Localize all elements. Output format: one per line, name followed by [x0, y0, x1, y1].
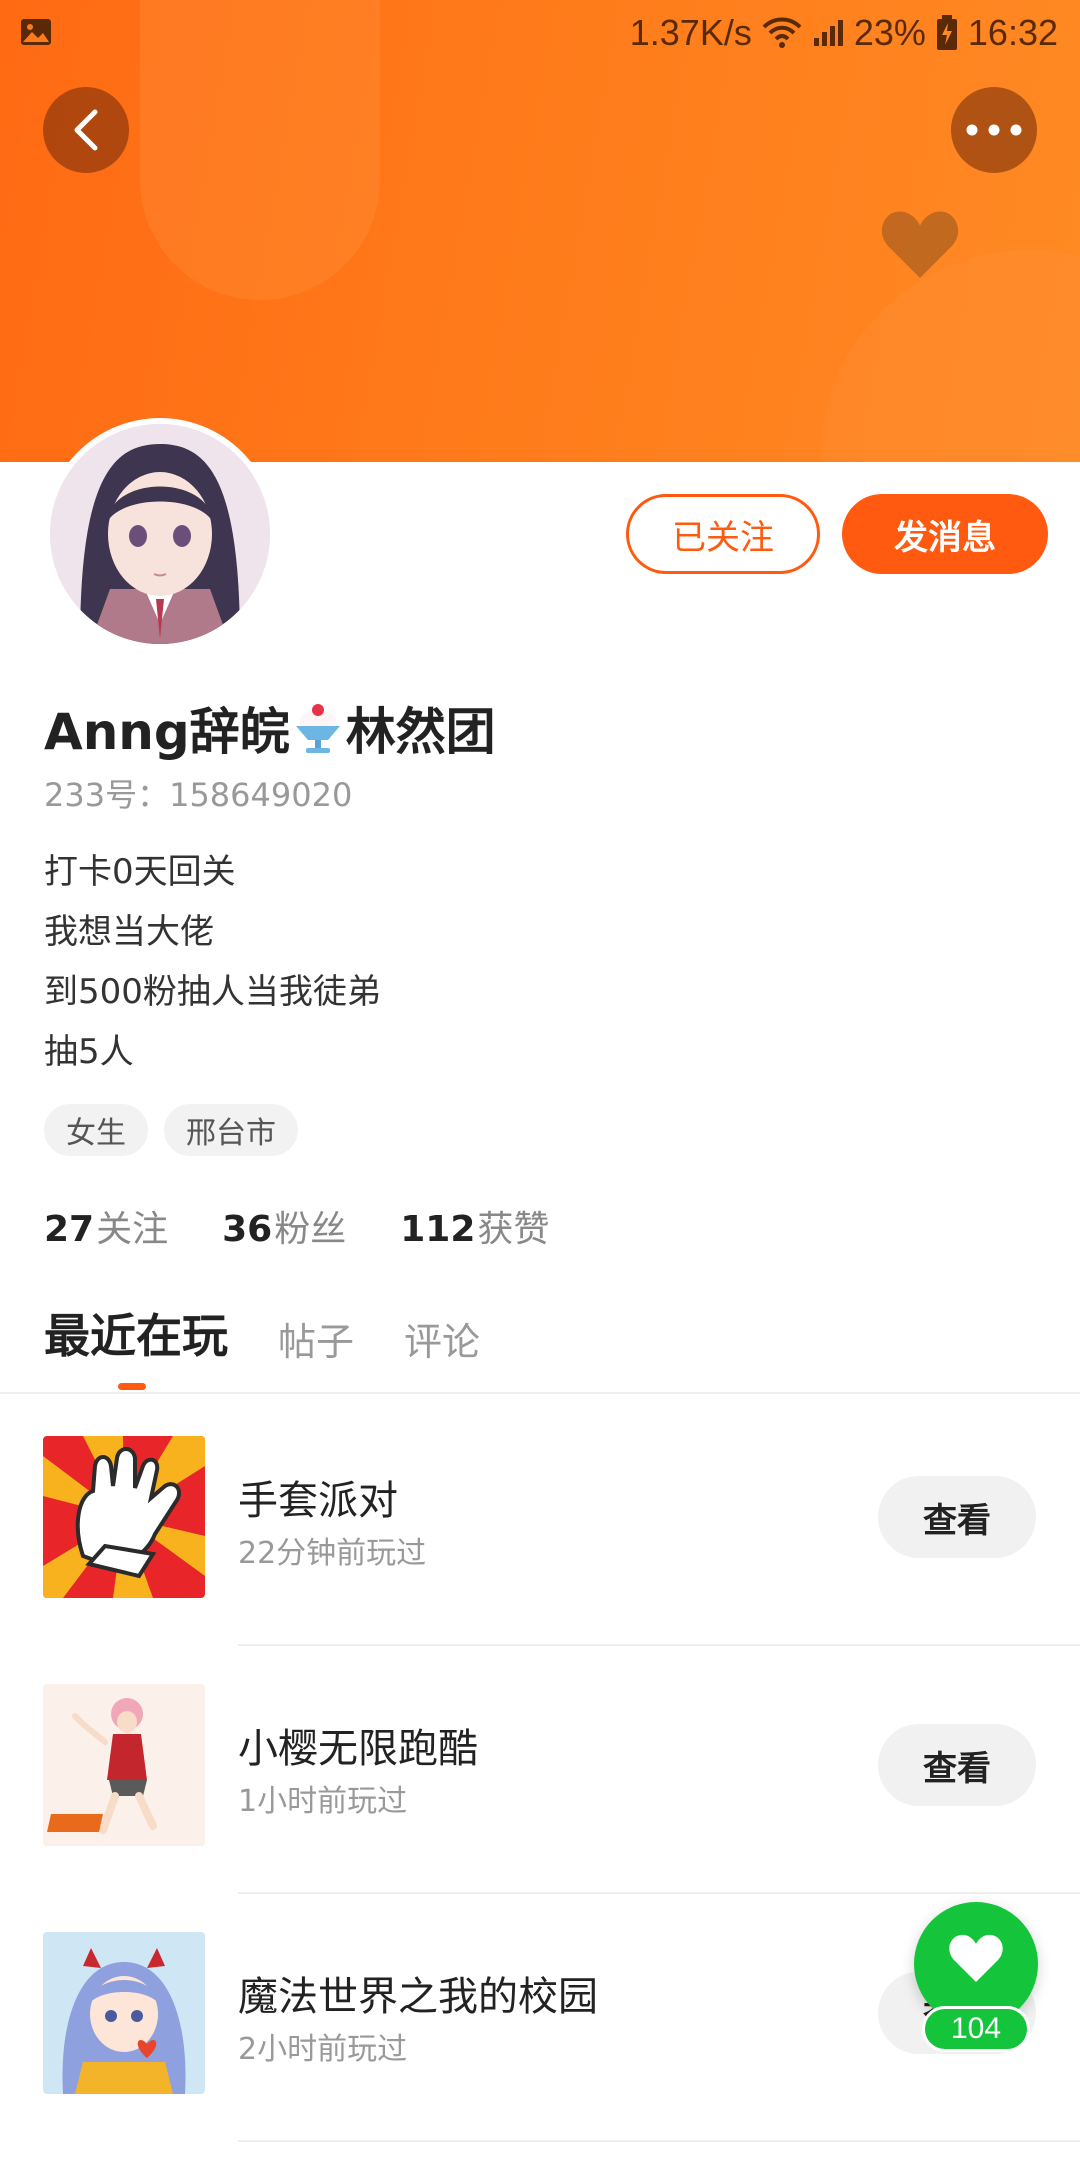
- following-button[interactable]: 已关注: [626, 494, 820, 574]
- following-stat[interactable]: 27关注: [44, 1200, 168, 1252]
- bio-line: 到500粉抽人当我徒弟: [44, 972, 381, 1012]
- wifi-icon: [762, 17, 802, 48]
- bio-line: 打卡0天回关: [44, 852, 236, 892]
- battery-charging-icon: [936, 15, 957, 50]
- glove-game-icon: [43, 1436, 205, 1598]
- divider: [0, 1392, 1080, 1394]
- status-bar: 1.37K/s 23% 16:32: [0, 0, 1080, 64]
- username-text: Anng辞皖: [44, 703, 290, 761]
- account-id: 233号：158649020: [44, 776, 353, 814]
- network-speed: 1.37K/s: [629, 12, 752, 53]
- divider: [238, 1644, 1080, 1646]
- chevron-left-icon: [74, 109, 98, 151]
- tab-comments[interactable]: 评论: [404, 1311, 480, 1366]
- profile-header-banner: 1.37K/s 23% 16:32: [0, 0, 1080, 462]
- bio-line: 我想当大佬: [44, 912, 214, 952]
- more-options-button[interactable]: [951, 87, 1037, 173]
- banner-decoration: [820, 250, 1080, 462]
- bio: 打卡0天回关 我想当大佬 到500粉抽人当我徒弟 抽5人: [44, 842, 381, 1082]
- username: Anng辞皖 林然团: [44, 692, 496, 764]
- profile-stats: 27关注 36粉丝 112获赞: [44, 1200, 603, 1252]
- followers-label: 粉丝: [274, 1209, 347, 1250]
- gallery-notification-icon: [21, 19, 51, 45]
- avatar-image: [50, 424, 270, 644]
- likes-stat[interactable]: 112获赞: [400, 1200, 549, 1252]
- likes-count: 112: [400, 1209, 476, 1250]
- following-label: 关注: [96, 1209, 169, 1250]
- game-title: 魔法世界之我的校园: [238, 1974, 598, 2020]
- gender-tag: 女生: [44, 1104, 148, 1156]
- signal-icon: [813, 20, 843, 46]
- clock: 16:32: [967, 12, 1058, 53]
- heart-icon: [949, 1934, 1003, 1982]
- sakura-runner-game-icon: [43, 1684, 205, 1846]
- tab-recently-played[interactable]: 最近在玩: [44, 1300, 228, 1366]
- bio-line: 抽5人: [44, 1032, 134, 1072]
- divider: [238, 1892, 1080, 1894]
- game-thumbnail: [43, 1436, 205, 1598]
- view-game-button[interactable]: 查看: [878, 1724, 1036, 1806]
- game-last-played: 22分钟前玩过: [238, 1536, 427, 1571]
- followers-count: 36: [222, 1209, 273, 1250]
- game-thumbnail: [43, 1932, 205, 2094]
- location-tag: 邢台市: [164, 1104, 298, 1156]
- back-button[interactable]: [43, 87, 129, 173]
- following-count: 27: [44, 1209, 95, 1250]
- profile-tabs: 最近在玩 帖子 评论: [44, 1300, 530, 1366]
- followers-stat[interactable]: 36粉丝: [222, 1200, 346, 1252]
- shaved-ice-emoji-icon: [295, 704, 340, 753]
- battery-percent: 23%: [853, 12, 926, 53]
- tab-posts[interactable]: 帖子: [278, 1311, 354, 1366]
- view-game-button[interactable]: 查看: [878, 1476, 1036, 1558]
- game-title: 小樱无限跑酷: [238, 1726, 478, 1772]
- game-title: 手套派对: [238, 1478, 398, 1524]
- like-count-badge: 104: [922, 2006, 1030, 2052]
- likes-label: 获赞: [477, 1209, 550, 1250]
- heart-icon: [881, 211, 959, 278]
- magic-school-game-icon: [43, 1932, 205, 2094]
- game-last-played: 1小时前玩过: [238, 1784, 408, 1819]
- avatar[interactable]: [44, 418, 276, 650]
- game-last-played: 2小时前玩过: [238, 2032, 408, 2067]
- game-thumbnail: [43, 1684, 205, 1846]
- more-dots-icon: [966, 124, 1022, 136]
- list-item[interactable]: 手套派对 22分钟前玩过 查看: [0, 1436, 1080, 1684]
- username-text: 林然团: [345, 703, 496, 761]
- list-item[interactable]: 小樱无限跑酷 1小时前玩过 查看: [0, 1684, 1080, 1932]
- divider: [238, 2140, 1080, 2142]
- active-tab-indicator: [118, 1383, 146, 1390]
- profile-tags: 女生 邢台市: [44, 1104, 298, 1156]
- send-message-button[interactable]: 发消息: [842, 494, 1048, 574]
